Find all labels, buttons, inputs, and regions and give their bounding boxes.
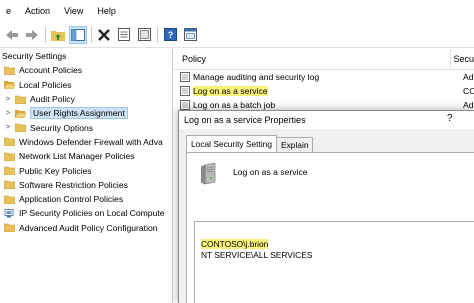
policy-row[interactable]: Manage auditing and security log Adm [180,70,474,84]
policy-name: Log on as a batch job [193,100,276,110]
folder-icon [4,66,15,75]
folder-open-icon [4,81,15,90]
console-tree: Security Settings Account Policies Local… [0,49,173,303]
folder-icon [4,223,15,233]
expand-chevron-icon[interactable]: > [6,124,13,131]
accounts-listbox[interactable]: CONTOSO\j.brion NT SERVICE\ALL SERVICES [194,221,474,303]
folder-icon [15,123,26,133]
tree-item-label: Windows Defender Firewall with Adva [19,136,163,147]
tree-item-application-control[interactable]: Application Control Policies [0,192,172,206]
tree-item-security-options[interactable]: > Security Options [0,120,172,134]
column-header-security-setting[interactable]: Secu [451,54,474,64]
policy-row[interactable]: Log on as a service CONT [180,84,474,98]
policy-icon [180,72,190,82]
toolbar-separator [91,26,92,43]
tree-item-software-restriction[interactable]: Software Restriction Policies [0,178,172,192]
tree-item-public-key-policies[interactable]: Public Key Policies [0,163,172,177]
properties-icon[interactable] [116,27,132,43]
dialog-tabs: Local Security Setting Explain [186,135,314,152]
tree-item-label: User Rights Assignment [30,107,128,120]
account-entry[interactable]: CONTOSO\j.brion [201,239,269,249]
expand-chevron-icon[interactable]: > [6,96,13,103]
menu-file[interactable]: e [2,0,18,22]
policy-security-setting: CONT [463,86,474,96]
server-icon [201,163,216,185]
toolbar-separator [45,26,46,43]
tree-item-local-policies[interactable]: Local Policies [0,78,172,92]
tree-item-ip-security-policies[interactable]: IP Security Policies on Local Compute [0,206,172,220]
tree-item-label: Advanced Audit Policy Configuration [19,222,158,233]
dialog-title: Log on as a service Properties [184,115,306,125]
folder-icon [4,166,15,176]
tree-item-advanced-audit-policy[interactable]: Advanced Audit Policy Configuration [0,221,172,235]
show-tree-icon[interactable] [69,25,87,44]
export-icon[interactable] [136,27,152,43]
menu-action[interactable]: Action [18,0,57,22]
tree-item-label: Network List Manager Policies [19,151,135,162]
folder-icon [4,138,15,147]
policy-icon [180,100,190,110]
console-icon[interactable] [182,27,198,43]
policy-security-setting: Adm [463,72,474,82]
tree-item-user-rights-assignment[interactable]: > User Rights Assignment [0,106,172,120]
folder-open-icon [15,109,26,118]
tree-item-label: Account Policies [19,65,83,76]
tree-item-label: Local Policies [19,79,72,90]
tree-item-label: Security Settings [2,51,67,62]
folder-icon [15,95,26,104]
tab-panel: Log on as a service CONTOSO\j.brion NT S… [186,152,474,303]
column-header-policy[interactable]: Policy [174,48,452,70]
tab-explain[interactable]: Explain [276,137,314,152]
folder-icon [4,152,15,161]
forward-icon[interactable] [24,27,40,43]
menu-bar: e Action View Help [0,0,474,22]
up-folder-icon[interactable] [50,27,66,43]
tree-item-security-settings[interactable]: Security Settings [0,49,172,63]
tree-item-audit-policy[interactable]: > Audit Policy [0,92,172,106]
policy-name: Manage auditing and security log [193,72,320,82]
menu-view[interactable]: View [57,0,90,22]
back-icon[interactable] [4,27,20,43]
toolbar: ? [0,22,474,48]
menu-help[interactable]: Help [90,0,123,22]
properties-dialog: Log on as a service Properties ? Local S… [178,110,474,303]
policy-security-setting: Adm [463,100,474,110]
policy-icon [180,86,190,96]
tree-item-label: Software Restriction Policies [19,179,128,190]
folder-icon [4,181,15,190]
dialog-help-button[interactable]: ? [447,113,453,124]
tree-item-label: Application Control Policies [19,194,124,205]
shield-network-icon [4,209,14,218]
tree-item-label: Audit Policy [30,94,75,105]
tree-item-windows-defender-firewall[interactable]: Windows Defender Firewall with Adva [0,135,172,149]
toolbar-separator [157,26,158,43]
tree-item-network-list-manager[interactable]: Network List Manager Policies [0,149,172,163]
delete-icon[interactable] [96,27,112,43]
folder-icon [4,195,15,204]
tree-item-label: Public Key Policies [19,165,92,176]
help-icon[interactable]: ? [162,27,178,43]
tree-item-label: Security Options [30,122,94,133]
policy-name: Log on as a service [193,86,268,96]
expand-chevron-icon[interactable]: > [6,110,13,117]
policy-title: Log on as a service [233,167,308,177]
tab-local-security-setting[interactable]: Local Security Setting [186,135,278,152]
account-entry[interactable]: NT SERVICE\ALL SERVICES [201,250,312,260]
svg-text:?: ? [167,30,173,40]
tree-item-label: IP Security Policies on Local Compute [19,208,165,219]
dialog-title-bar[interactable]: Log on as a service Properties [179,111,474,129]
list-header: Policy Secu [174,48,474,70]
tree-item-account-policies[interactable]: Account Policies [0,63,172,77]
